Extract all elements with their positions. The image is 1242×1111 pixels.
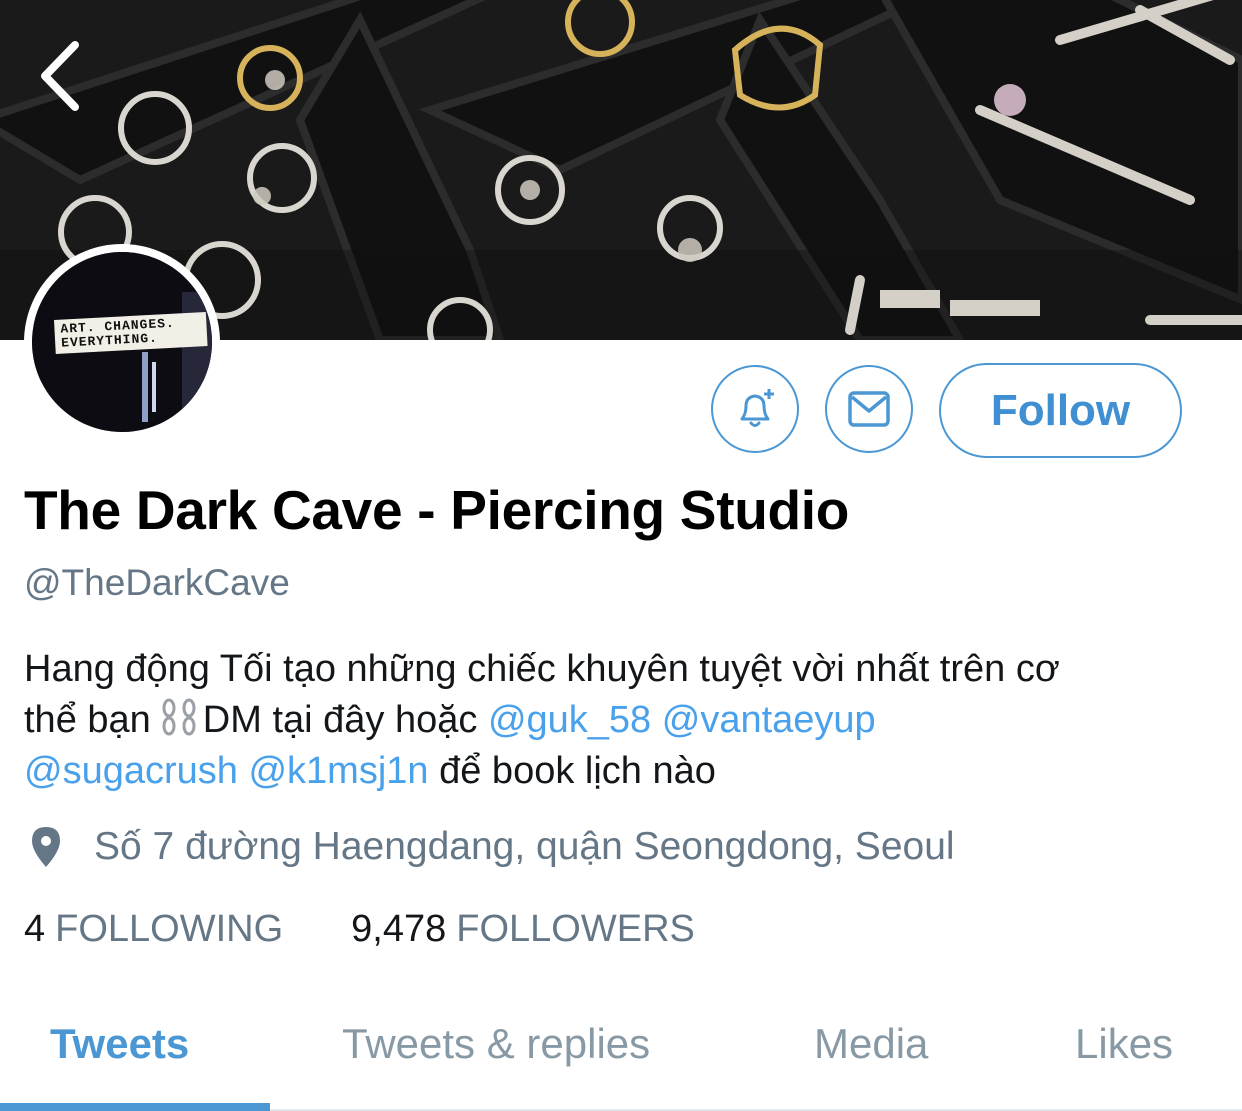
followers-link[interactable]: 9,478 FOLLOWERS (351, 908, 695, 951)
following-link[interactable]: 4 FOLLOWING (24, 908, 283, 951)
active-tab-indicator (0, 1103, 270, 1111)
back-button[interactable] (28, 38, 92, 114)
follow-button[interactable]: Follow (939, 363, 1182, 458)
followers-count: 9,478 (351, 908, 447, 950)
envelope-icon (848, 391, 890, 427)
profile-stats: 4 FOLLOWING 9,478 FOLLOWERS (24, 908, 695, 951)
bio-line-2: thể bạn DM tại đây hoặc @guk_58 @vantaeyu… (24, 695, 1224, 746)
avatar-image: ART. CHANGES. EVERYTHING. (32, 252, 212, 432)
location-text: Số 7 đường Haengdang, quận Seongdong, Se… (94, 825, 955, 868)
mention-link[interactable]: @vantaeyup (662, 699, 876, 741)
message-button[interactable] (825, 365, 913, 453)
profile-name: The Dark Cave - Piercing Studio (24, 479, 850, 541)
tab-tweets-replies[interactable]: Tweets & replies (342, 1020, 650, 1068)
location-pin-icon (32, 827, 60, 867)
profile-tabs: Tweets Tweets & replies Media Likes (0, 1000, 1242, 1111)
bio-line-1: Hang động Tối tạo những chiếc khuyên tuy… (24, 648, 1060, 690)
profile-location: Số 7 đường Haengdang, quận Seongdong, Se… (28, 822, 955, 872)
mention-link[interactable]: @guk_58 (488, 699, 651, 741)
following-count: 4 (24, 908, 46, 950)
bio-line-3: @sugacrush @k1msj1n để book lịch nào (24, 746, 1224, 797)
chain-emoji-icon (162, 698, 196, 736)
profile-handle: @TheDarkCave (24, 562, 290, 603)
chevron-left-icon (41, 41, 79, 111)
tab-tweets[interactable]: Tweets (50, 1020, 189, 1068)
bell-plus-icon (740, 389, 774, 427)
mention-link[interactable]: @sugacrush (24, 750, 238, 792)
mention-link[interactable]: @k1msj1n (248, 750, 428, 792)
bio-text-end: để book lịch nào (439, 750, 716, 792)
bio-text: thể bạn (24, 699, 151, 741)
notifications-button[interactable] (711, 365, 799, 453)
profile-bio: Hang động Tối tạo những chiếc khuyên tuy… (24, 644, 1224, 797)
tab-media[interactable]: Media (814, 1020, 928, 1068)
avatar[interactable]: ART. CHANGES. EVERYTHING. (24, 244, 220, 440)
tab-likes[interactable]: Likes (1075, 1020, 1173, 1068)
following-label: FOLLOWING (55, 908, 284, 950)
followers-label: FOLLOWERS (456, 908, 695, 950)
bio-text-dm: DM tại đây hoặc (202, 699, 478, 741)
